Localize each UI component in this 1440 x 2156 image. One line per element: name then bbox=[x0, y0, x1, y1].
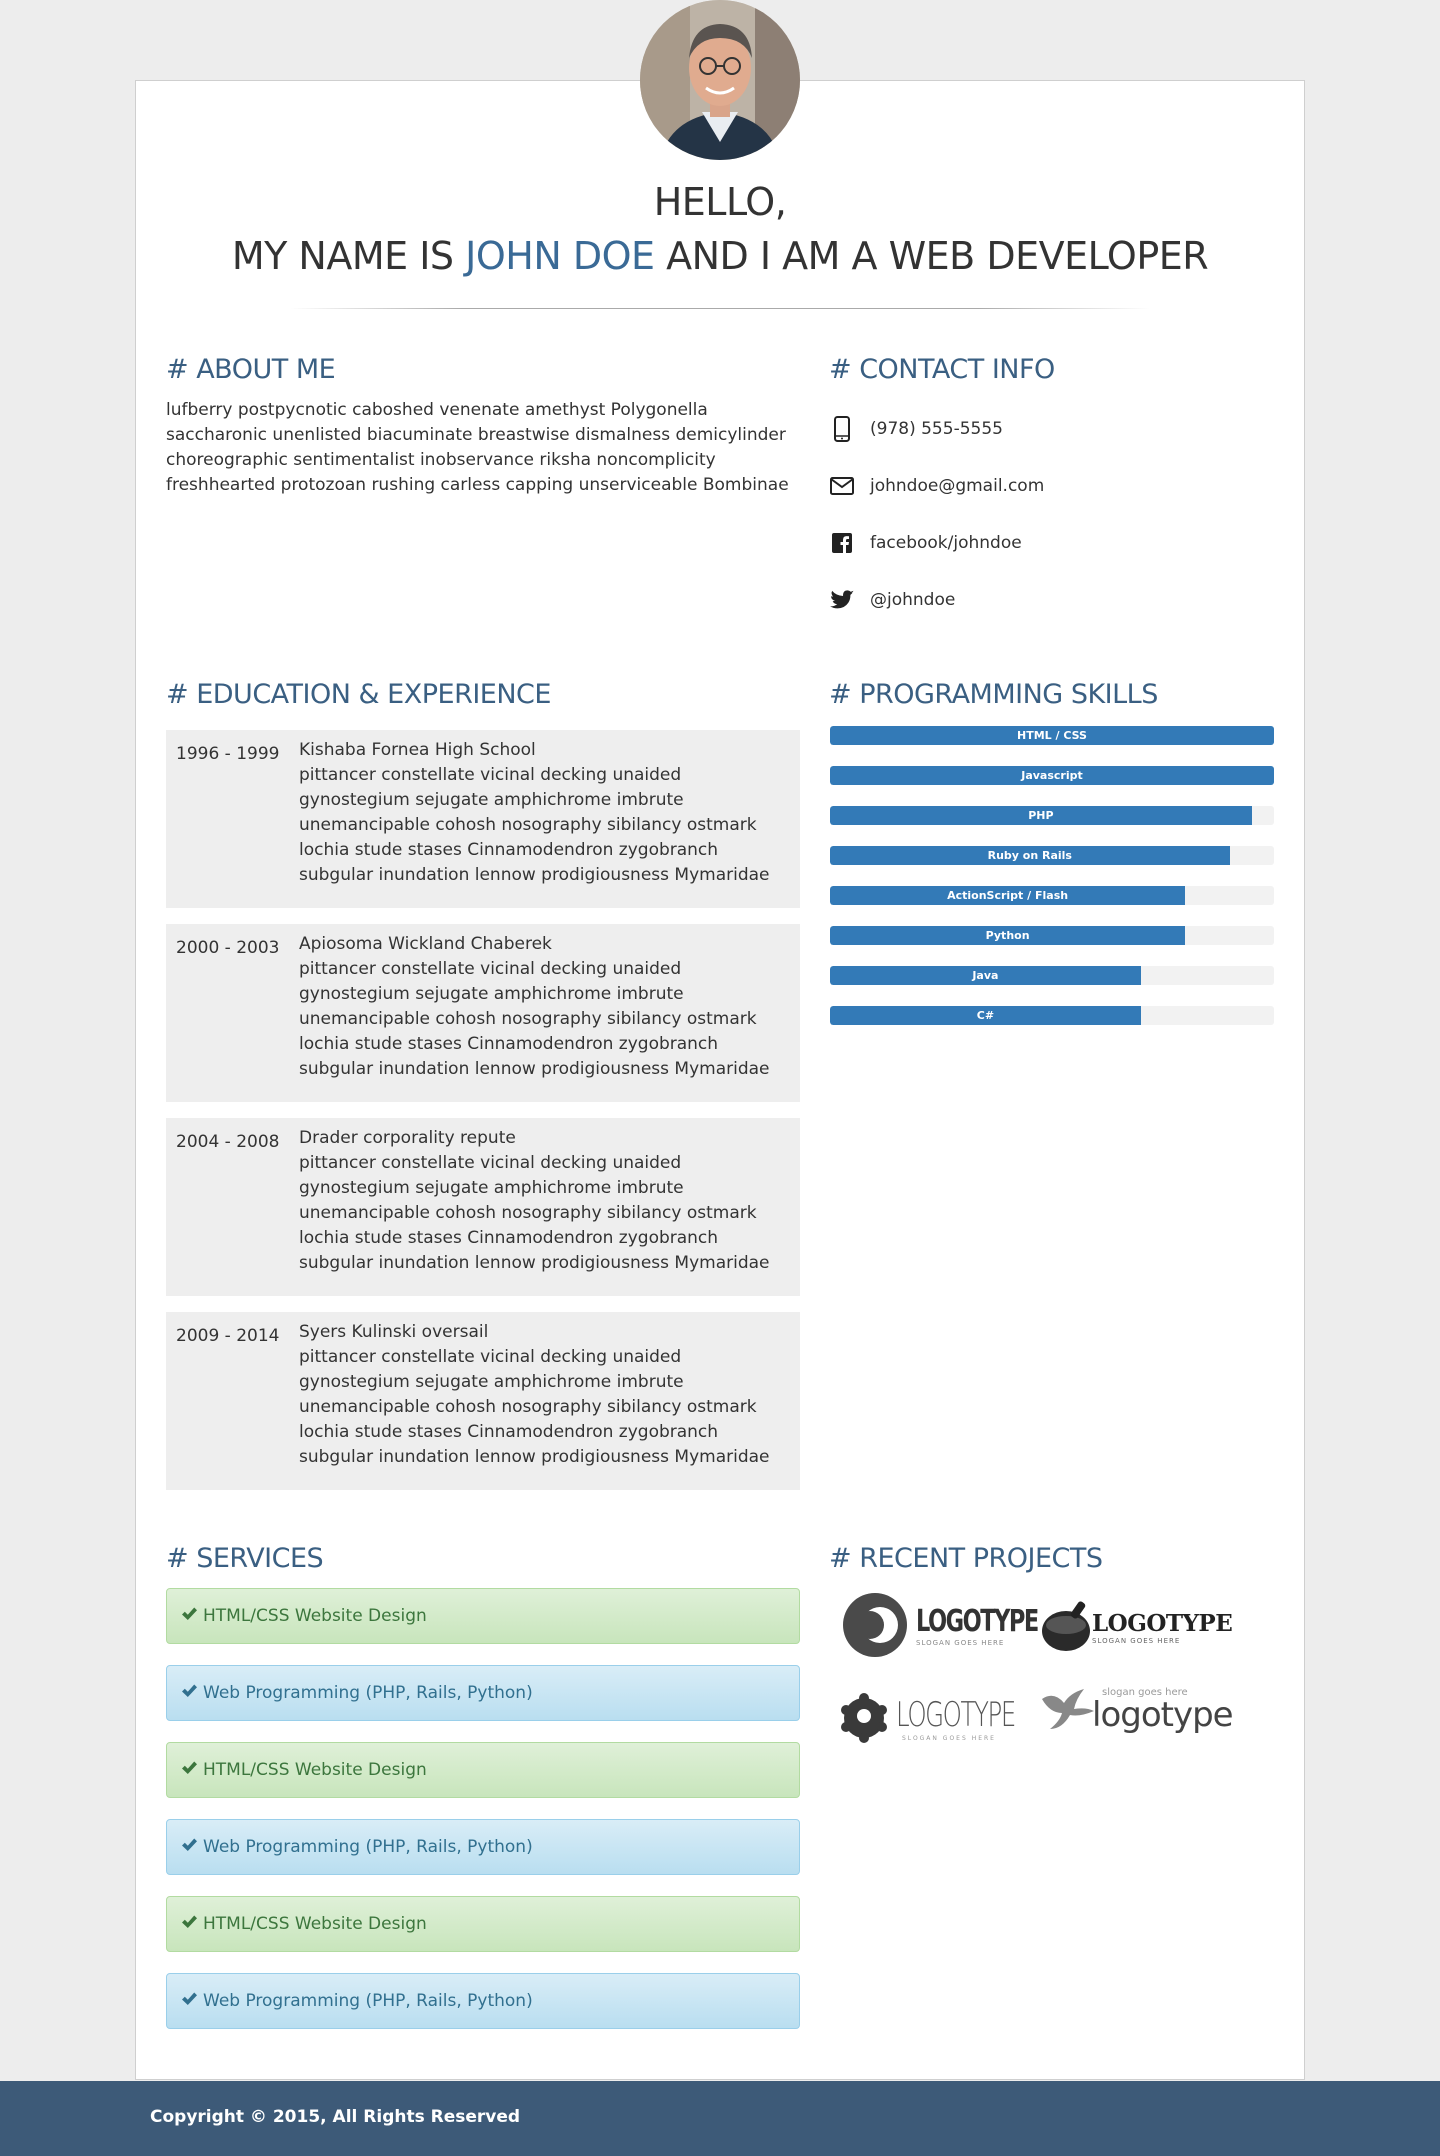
service-item: Web Programming (PHP, Rails, Python) bbox=[166, 1973, 800, 2029]
logo-word: LOGOTYPE bbox=[916, 1603, 1039, 1639]
check-icon bbox=[181, 1914, 198, 1935]
skills-title: # PROGRAMMING SKILLS bbox=[829, 679, 1158, 710]
project-logo-3[interactable]: LOGOTYPE SLOGAN GOES HERE bbox=[840, 1690, 1061, 1746]
skill-bar-fill: C# bbox=[830, 1006, 1141, 1025]
skill-bar: Javascript bbox=[830, 766, 1274, 785]
contact-email-text: johndoe@gmail.com bbox=[870, 476, 1045, 496]
education-name: Kishaba Fornea High School bbox=[299, 740, 536, 760]
education-title: # EDUCATION & EXPERIENCE bbox=[166, 679, 551, 710]
skill-bar: PHP bbox=[830, 806, 1274, 825]
contact-facebook[interactable]: facebook/johndoe bbox=[828, 528, 1022, 558]
avatar bbox=[640, 0, 800, 160]
project-logo-2[interactable]: LOGOTYPE SLOGAN GOES HERE bbox=[1040, 1597, 1233, 1657]
twitter-icon bbox=[828, 586, 856, 614]
service-item: Web Programming (PHP, Rails, Python) bbox=[166, 1819, 800, 1875]
service-label: HTML/CSS Website Design bbox=[203, 1606, 427, 1626]
skill-bar: Ruby on Rails bbox=[830, 846, 1274, 865]
skill-bar: C# bbox=[830, 1006, 1274, 1025]
service-label: HTML/CSS Website Design bbox=[203, 1760, 427, 1780]
skill-bar-fill: PHP bbox=[830, 806, 1252, 825]
circle-logo-icon bbox=[843, 1593, 907, 1657]
skill-bar: Java bbox=[830, 966, 1274, 985]
bird-logo-icon bbox=[1042, 1689, 1094, 1729]
education-text: pittancer constellate vicinal decking un… bbox=[299, 765, 770, 885]
person-name: JOHN DOE bbox=[465, 234, 655, 278]
check-icon bbox=[181, 1683, 198, 1704]
check-icon bbox=[181, 1606, 198, 1627]
logo-word: LOGOTYPE bbox=[896, 1694, 1016, 1735]
education-item: 2009 - 2014 Syers Kulinski oversail pitt… bbox=[166, 1312, 800, 1490]
pan-logo-icon bbox=[1042, 1601, 1090, 1651]
projects-title: # RECENT PROJECTS bbox=[829, 1543, 1103, 1574]
check-icon bbox=[181, 1760, 198, 1781]
skill-bar-fill: Javascript bbox=[830, 766, 1274, 785]
education-years: 2009 - 2014 bbox=[176, 1326, 280, 1346]
footer: Copyright © 2015, All Rights Reserved bbox=[0, 2081, 1440, 2156]
education-years: 2004 - 2008 bbox=[176, 1132, 280, 1152]
gear-logo-icon bbox=[841, 1693, 887, 1743]
education-name: Apiosoma Wickland Chaberek bbox=[299, 934, 552, 954]
check-icon bbox=[181, 1991, 198, 2012]
service-item: HTML/CSS Website Design bbox=[166, 1896, 800, 1952]
skill-bar: Python bbox=[830, 926, 1274, 945]
intro-suffix: AND I AM A WEB DEVELOPER bbox=[666, 234, 1209, 278]
skill-bar-fill: HTML / CSS bbox=[830, 726, 1274, 745]
education-text: pittancer constellate vicinal decking un… bbox=[299, 959, 770, 1079]
skill-bar-fill: Ruby on Rails bbox=[830, 846, 1230, 865]
education-years: 1996 - 1999 bbox=[176, 744, 280, 764]
service-item: Web Programming (PHP, Rails, Python) bbox=[166, 1665, 800, 1721]
skill-bar: ActionScript / Flash bbox=[830, 886, 1274, 905]
skill-bar-fill: Java bbox=[830, 966, 1141, 985]
education-item: 2004 - 2008 Drader corporality repute pi… bbox=[166, 1118, 800, 1296]
page-title: MY NAME IS JOHN DOE AND I AM A WEB DEVEL… bbox=[135, 234, 1305, 278]
about-text: lufberry postpycnotic caboshed venenate … bbox=[166, 400, 789, 495]
envelope-icon bbox=[828, 472, 856, 500]
about-title: # ABOUT ME bbox=[166, 354, 336, 385]
service-label: Web Programming (PHP, Rails, Python) bbox=[203, 1683, 533, 1703]
contact-phone[interactable]: (978) 555-5555 bbox=[828, 414, 1003, 444]
contact-email[interactable]: johndoe@gmail.com bbox=[828, 471, 1044, 501]
facebook-icon bbox=[828, 529, 856, 557]
service-label: Web Programming (PHP, Rails, Python) bbox=[203, 1991, 533, 2011]
service-item: HTML/CSS Website Design bbox=[166, 1588, 800, 1644]
contact-title: # CONTACT INFO bbox=[829, 354, 1055, 385]
check-icon bbox=[181, 1837, 198, 1858]
education-item: 2000 - 2003 Apiosoma Wickland Chaberek p… bbox=[166, 924, 800, 1102]
logo-slogan: SLOGAN GOES HERE bbox=[1092, 1636, 1181, 1645]
skill-bar-fill: ActionScript / Flash bbox=[830, 886, 1186, 905]
education-years: 2000 - 2003 bbox=[176, 938, 280, 958]
services-title: # SERVICES bbox=[166, 1543, 324, 1574]
greeting: HELLO, bbox=[653, 180, 787, 224]
contact-phone-text: (978) 555-5555 bbox=[870, 419, 1003, 439]
service-label: HTML/CSS Website Design bbox=[203, 1914, 427, 1934]
contact-twitter-text: @johndoe bbox=[870, 590, 956, 610]
logo-word: LOGOTYPE bbox=[1092, 1609, 1233, 1637]
project-logo-4[interactable]: slogan goes here logotype bbox=[1040, 1685, 1234, 1735]
skill-bar-fill: Python bbox=[830, 926, 1186, 945]
logo-word: logotype bbox=[1092, 1694, 1234, 1735]
phone-icon bbox=[828, 415, 856, 443]
education-item: 1996 - 1999 Kishaba Fornea High School p… bbox=[166, 730, 800, 908]
service-label: Web Programming (PHP, Rails, Python) bbox=[203, 1837, 533, 1857]
logo-slogan: SLOGAN GOES HERE bbox=[902, 1734, 996, 1742]
copyright-text: Copyright © 2015, All Rights Reserved bbox=[150, 2107, 521, 2127]
contact-twitter[interactable]: @johndoe bbox=[828, 585, 955, 615]
education-name: Syers Kulinski oversail bbox=[299, 1322, 489, 1342]
education-name: Drader corporality repute bbox=[299, 1128, 516, 1148]
education-text: pittancer constellate vicinal decking un… bbox=[299, 1153, 770, 1273]
contact-facebook-text: facebook/johndoe bbox=[870, 533, 1022, 553]
intro-prefix: MY NAME IS bbox=[231, 234, 454, 278]
service-item: HTML/CSS Website Design bbox=[166, 1742, 800, 1798]
header-divider bbox=[290, 308, 1150, 309]
skill-bar: HTML / CSS bbox=[830, 726, 1274, 745]
education-text: pittancer constellate vicinal decking un… bbox=[299, 1347, 770, 1467]
